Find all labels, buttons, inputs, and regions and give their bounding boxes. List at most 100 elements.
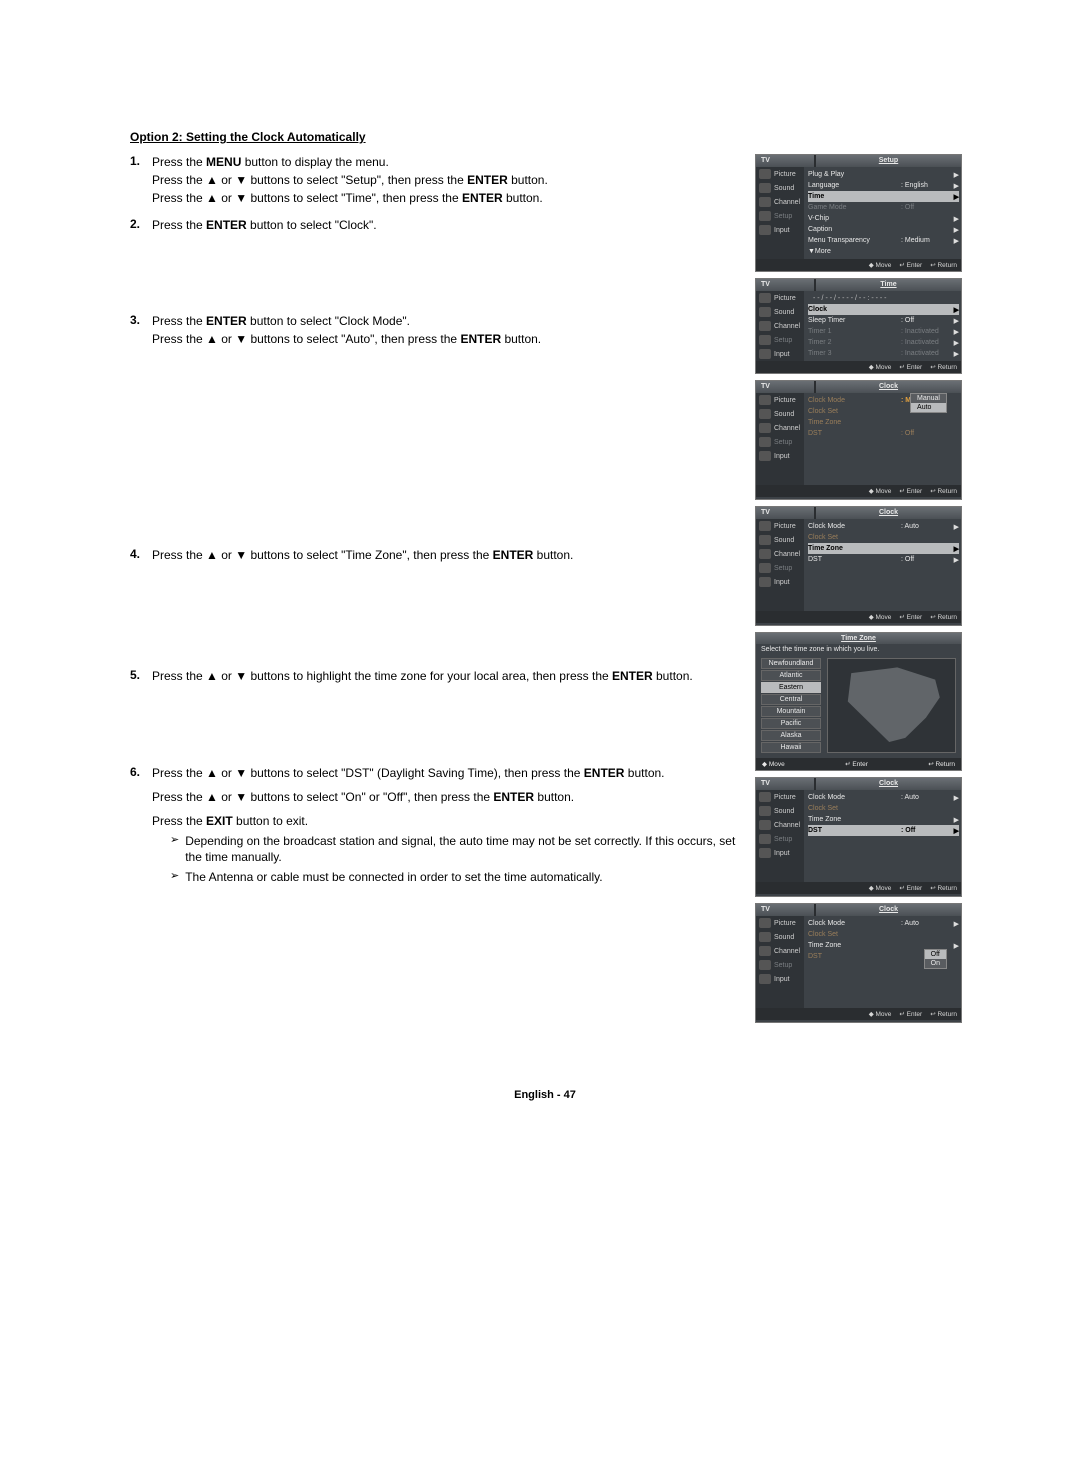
menu-row[interactable]: Language: English▶ [808,180,959,191]
menu-row[interactable]: V-Chip▶ [808,213,959,224]
step-number: 1. [130,154,152,209]
picture-icon [759,918,771,928]
channel-icon [759,820,771,830]
dropdown-option[interactable]: On [925,959,946,968]
sound-icon [759,806,771,816]
menu-row[interactable]: Clock Mode: Auto▶ [808,792,959,803]
input-icon [759,225,771,235]
channel-icon [759,423,771,433]
input-icon [759,349,771,359]
osd-timezone-picker: Time Zone Select the time zone in which … [755,632,962,771]
menu-row: Clock Set [808,803,959,814]
osd-clock-dst-options: TV Clock Picture Sound Channel Setup Inp… [755,903,962,1023]
step-number: 6. [130,765,152,888]
dropdown-option-selected[interactable]: Auto [911,403,946,412]
menu-row[interactable]: Plug & Play▶ [808,169,959,180]
timezone-map [827,658,956,753]
osd-title: Setup [816,155,961,167]
timezone-option[interactable]: Pacific [761,718,821,729]
channel-icon [759,946,771,956]
dropdown-option[interactable]: Manual [911,394,946,403]
picture-icon [759,395,771,405]
section-title: Option 2: Setting the Clock Automaticall… [130,130,960,144]
menu-row: Clock Set [808,929,959,940]
osd-tv-label: TV [756,155,814,167]
sound-icon [759,932,771,942]
note: ➢ Depending on the broadcast station and… [170,833,737,865]
sound-icon [759,183,771,193]
menu-row: DST: Off [808,428,959,439]
menu-row: Time Zone [808,417,959,428]
menu-row[interactable]: Menu Transparency: Medium▶ [808,235,959,246]
menu-row: Timer 2: Inactivated▶ [808,337,959,348]
note: ➢ The Antenna or cable must be connected… [170,869,737,885]
input-icon [759,974,771,984]
step-number: 3. [130,313,152,349]
setup-icon [759,834,771,844]
input-icon [759,848,771,858]
menu-row-selected[interactable]: Time Zone▶ [808,543,959,554]
dst-dropdown[interactable]: Off On [924,949,947,969]
menu-row[interactable]: Clock Mode: Auto▶ [808,918,959,929]
step-3: 3. Press the ENTER button to select "Clo… [130,313,737,349]
clock-mode-dropdown[interactable]: Manual Auto [910,393,947,413]
osd-column: TV Setup Picture Sound Channel Setup Inp… [755,154,960,1029]
dropdown-option-selected[interactable]: Off [925,950,946,959]
setup-icon [759,437,771,447]
osd-footer: ◆ Move ↵ Enter ↩ Return [756,259,961,271]
timezone-option[interactable]: Alaska [761,730,821,741]
channel-icon [759,321,771,331]
menu-row: Clock Set [808,532,959,543]
step-4: 4. Press the ▲ or ▼ buttons to select "T… [130,547,737,565]
timezone-option[interactable]: Mountain [761,706,821,717]
sound-icon [759,409,771,419]
picture-icon [759,792,771,802]
note-icon: ➢ [170,869,179,885]
step-1: 1. Press the MENU button to display the … [130,154,737,209]
setup-icon [759,335,771,345]
step-5: 5. Press the ▲ or ▼ buttons to highlight… [130,668,737,686]
timezone-option[interactable]: Central [761,694,821,705]
input-icon [759,577,771,587]
channel-icon [759,197,771,207]
timezone-option-selected[interactable]: Eastern [761,682,821,693]
menu-row-selected[interactable]: Time▶ [808,191,959,202]
setup-icon [759,563,771,573]
timezone-option[interactable]: Atlantic [761,670,821,681]
menu-row[interactable]: Caption▶ [808,224,959,235]
menu-row[interactable]: DST: Off▶ [808,554,959,565]
osd-clock-timezone: TV Clock Picture Sound Channel Setup Inp… [755,506,962,626]
picture-icon [759,169,771,179]
step-2: 2. Press the ENTER button to select "Clo… [130,217,737,235]
timezone-list: Newfoundland Atlantic Eastern Central Mo… [761,658,821,753]
menu-row[interactable]: Time Zone▶ [808,814,959,825]
osd-time: TV Time Picture Sound Channel Setup Inpu… [755,278,962,374]
menu-row: Timer 1: Inactivated▶ [808,326,959,337]
step-number: 5. [130,668,152,686]
menu-row-selected[interactable]: DST: Off▶ [808,825,959,836]
setup-icon [759,960,771,970]
channel-icon [759,549,771,559]
sound-icon [759,535,771,545]
input-icon [759,451,771,461]
osd-clock-dst: TV Clock Picture Sound Channel Setup Inp… [755,777,962,897]
menu-row[interactable]: Clock Mode: Auto▶ [808,521,959,532]
osd-sidebar: Picture Sound Channel Setup Input [756,167,804,259]
step-number: 2. [130,217,152,235]
osd-setup: TV Setup Picture Sound Channel Setup Inp… [755,154,962,272]
menu-row[interactable]: ▼More [808,246,959,257]
menu-row: Timer 3: Inactivated▶ [808,348,959,359]
menu-row-selected[interactable]: Clock▶ [808,304,959,315]
clock-display: - - / - - / - - - - / - - : - - - - [808,293,959,304]
picture-icon [759,521,771,531]
sound-icon [759,307,771,317]
timezone-option[interactable]: Newfoundland [761,658,821,669]
menu-row: Game Mode: Off [808,202,959,213]
step-6: 6. Press the ▲ or ▼ buttons to select "D… [130,765,737,888]
osd-clock-mode: TV Clock Picture Sound Channel Setup Inp… [755,380,962,500]
osd-subtitle: Select the time zone in which you live. [756,644,961,655]
step-number: 4. [130,547,152,565]
picture-icon [759,293,771,303]
menu-row[interactable]: Sleep Timer: Off▶ [808,315,959,326]
timezone-option[interactable]: Hawaii [761,742,821,753]
